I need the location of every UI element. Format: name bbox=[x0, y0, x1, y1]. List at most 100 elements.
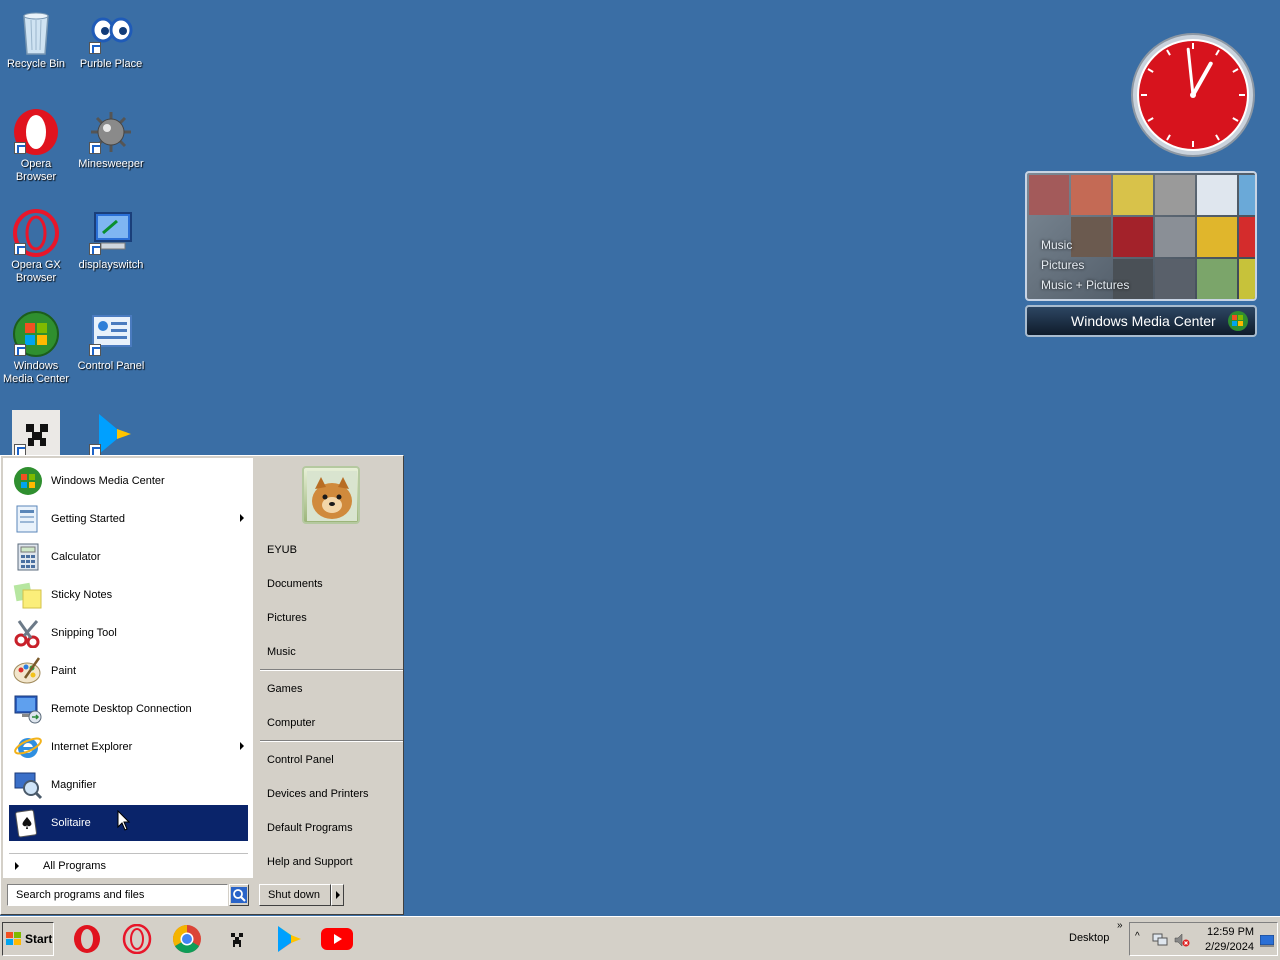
place-devices-printers[interactable]: Devices and Printers bbox=[267, 784, 369, 804]
taskbar-chrome[interactable] bbox=[171, 923, 203, 955]
program-windows-media-center[interactable]: Windows Media Center bbox=[9, 463, 248, 499]
network-icon[interactable] bbox=[1152, 933, 1168, 947]
place-pictures[interactable]: Pictures bbox=[267, 608, 307, 628]
place-games[interactable]: Games bbox=[267, 679, 302, 699]
user-picture[interactable] bbox=[302, 466, 360, 524]
place-computer[interactable]: Computer bbox=[267, 713, 315, 733]
start-label: Start bbox=[25, 932, 53, 946]
dog-avatar-icon bbox=[307, 471, 357, 521]
opera-gx-icon bbox=[122, 924, 152, 954]
desktop-icon-control-panel[interactable]: Control Panel bbox=[75, 310, 147, 373]
search-button[interactable] bbox=[229, 884, 249, 906]
place-help-support[interactable]: Help and Support bbox=[267, 852, 353, 872]
media-center-menu-music-pictures[interactable]: Music + Pictures bbox=[1041, 275, 1129, 295]
submenu-arrow-icon bbox=[240, 514, 244, 522]
program-label: Calculator bbox=[51, 551, 101, 563]
desktop-icon-displayswitch[interactable]: displayswitch bbox=[75, 209, 147, 272]
program-label: Solitaire bbox=[51, 817, 91, 829]
solitaire-icon bbox=[12, 807, 44, 839]
all-programs-arrow-icon bbox=[15, 861, 19, 870]
desktop-icon-label: Minesweeper bbox=[78, 158, 144, 170]
desktop-icon-opera[interactable]: Opera Browser bbox=[0, 108, 72, 184]
media-center-brand: Windows Media Center bbox=[1071, 313, 1216, 329]
desktop-icon-label: Purble Place bbox=[79, 58, 143, 70]
program-label: Magnifier bbox=[51, 779, 97, 791]
desktop-icon-label: Recycle Bin bbox=[6, 58, 66, 70]
start-menu: Windows Media Center Getting Started Cal… bbox=[0, 455, 404, 915]
taskbar-clock-date[interactable]: 2/29/2024 bbox=[1205, 941, 1254, 953]
snipping-tool-icon bbox=[12, 617, 44, 649]
program-magnifier[interactable]: Magnifier bbox=[9, 767, 248, 803]
places-separator bbox=[260, 740, 403, 742]
shortcut-arrow-icon bbox=[89, 142, 101, 154]
shutdown-options-button[interactable] bbox=[331, 884, 344, 906]
desktop-icon-purble-place[interactable]: Purble Place bbox=[75, 8, 147, 71]
program-label: Remote Desktop Connection bbox=[51, 703, 192, 715]
start-search-input[interactable] bbox=[7, 884, 228, 906]
control-panel-icon bbox=[87, 310, 135, 358]
media-center-menu-music[interactable]: Music bbox=[1041, 235, 1129, 255]
start-button[interactable]: Start bbox=[2, 922, 54, 956]
recycle-bin-icon bbox=[12, 8, 60, 56]
opera-icon bbox=[12, 108, 60, 156]
taskbar-youtube[interactable] bbox=[321, 923, 353, 955]
program-label: Getting Started bbox=[51, 513, 125, 525]
place-default-programs[interactable]: Default Programs bbox=[267, 818, 353, 838]
all-programs-label: All Programs bbox=[43, 859, 106, 872]
show-hidden-icons-icon[interactable]: ^ bbox=[1135, 931, 1140, 942]
program-label: Internet Explorer bbox=[51, 741, 133, 753]
taskbar-clock-time[interactable]: 12:59 PM bbox=[1207, 926, 1254, 938]
google-play-icon bbox=[278, 926, 301, 952]
media-center-menu: Music Pictures Music + Pictures bbox=[1041, 235, 1129, 295]
minesweeper-icon bbox=[87, 108, 135, 156]
media-center-menu-pictures[interactable]: Pictures bbox=[1041, 255, 1129, 275]
desktop-icon-minecraft[interactable] bbox=[0, 410, 72, 460]
all-programs-button[interactable]: All Programs bbox=[9, 853, 248, 877]
desktop-icon-google-play[interactable] bbox=[75, 410, 147, 460]
program-getting-started[interactable]: Getting Started bbox=[9, 501, 248, 537]
mouse-cursor-icon bbox=[117, 810, 131, 831]
taskbar-google-play[interactable] bbox=[271, 923, 303, 955]
desktop-icon-label: Windows Media Center bbox=[2, 360, 70, 385]
taskbar-opera-gx[interactable] bbox=[121, 923, 153, 955]
program-sticky-notes[interactable]: Sticky Notes bbox=[9, 577, 248, 613]
start-menu-places-pane: EYUB Documents Pictures Music Games Comp… bbox=[256, 458, 403, 878]
program-calculator[interactable]: Calculator bbox=[9, 539, 248, 575]
place-music[interactable]: Music bbox=[267, 642, 296, 662]
desktop-icon-opera-gx[interactable]: Opera GX Browser bbox=[0, 209, 72, 285]
show-desktop-icon[interactable] bbox=[1260, 935, 1274, 947]
purble-place-icon bbox=[87, 8, 135, 56]
program-internet-explorer[interactable]: Internet Explorer bbox=[9, 729, 248, 765]
desktop-icon-minesweeper[interactable]: Minesweeper bbox=[75, 108, 147, 171]
place-documents[interactable]: Documents bbox=[267, 574, 323, 594]
shortcut-arrow-icon bbox=[14, 243, 26, 255]
place-user[interactable]: EYUB bbox=[267, 540, 297, 560]
desktop-icon-label: Opera GX Browser bbox=[11, 259, 61, 284]
media-center-brand-bar[interactable]: Windows Media Center bbox=[1025, 305, 1257, 337]
desktop-icon-recycle-bin[interactable]: Recycle Bin bbox=[0, 8, 72, 71]
place-control-panel[interactable]: Control Panel bbox=[267, 750, 334, 770]
notification-area: ^ 12:59 PM 2/29/2024 bbox=[1129, 922, 1278, 956]
desktop-toolbar[interactable]: Desktop bbox=[1069, 932, 1109, 944]
toolbar-chevron-icon[interactable]: » bbox=[1117, 920, 1123, 931]
program-remote-desktop[interactable]: Remote Desktop Connection bbox=[9, 691, 248, 727]
desktop-icon-label: Opera Browser bbox=[15, 158, 57, 183]
volume-muted-icon[interactable] bbox=[1174, 933, 1190, 947]
displayswitch-icon bbox=[87, 209, 135, 257]
program-snipping-tool[interactable]: Snipping Tool bbox=[9, 615, 248, 651]
clock-gadget[interactable] bbox=[1130, 32, 1256, 158]
desktop-icon-windows-media-center[interactable]: Windows Media Center bbox=[0, 310, 72, 386]
paint-icon bbox=[12, 655, 44, 687]
desktop-icon-label: displayswitch bbox=[78, 259, 144, 271]
program-paint[interactable]: Paint bbox=[9, 653, 248, 689]
youtube-icon bbox=[321, 928, 353, 950]
windows-logo-icon bbox=[1227, 310, 1249, 341]
taskbar-opera[interactable] bbox=[71, 923, 103, 955]
internet-explorer-icon bbox=[12, 731, 44, 763]
media-center-gadget[interactable]: Music Pictures Music + Pictures Windows … bbox=[1025, 171, 1257, 337]
shortcut-arrow-icon bbox=[14, 142, 26, 154]
taskbar-minecraft[interactable] bbox=[221, 923, 253, 955]
shortcut-arrow-icon bbox=[14, 344, 26, 356]
desktop-icon-label: Control Panel bbox=[77, 360, 145, 372]
shutdown-button[interactable]: Shut down bbox=[259, 884, 331, 906]
